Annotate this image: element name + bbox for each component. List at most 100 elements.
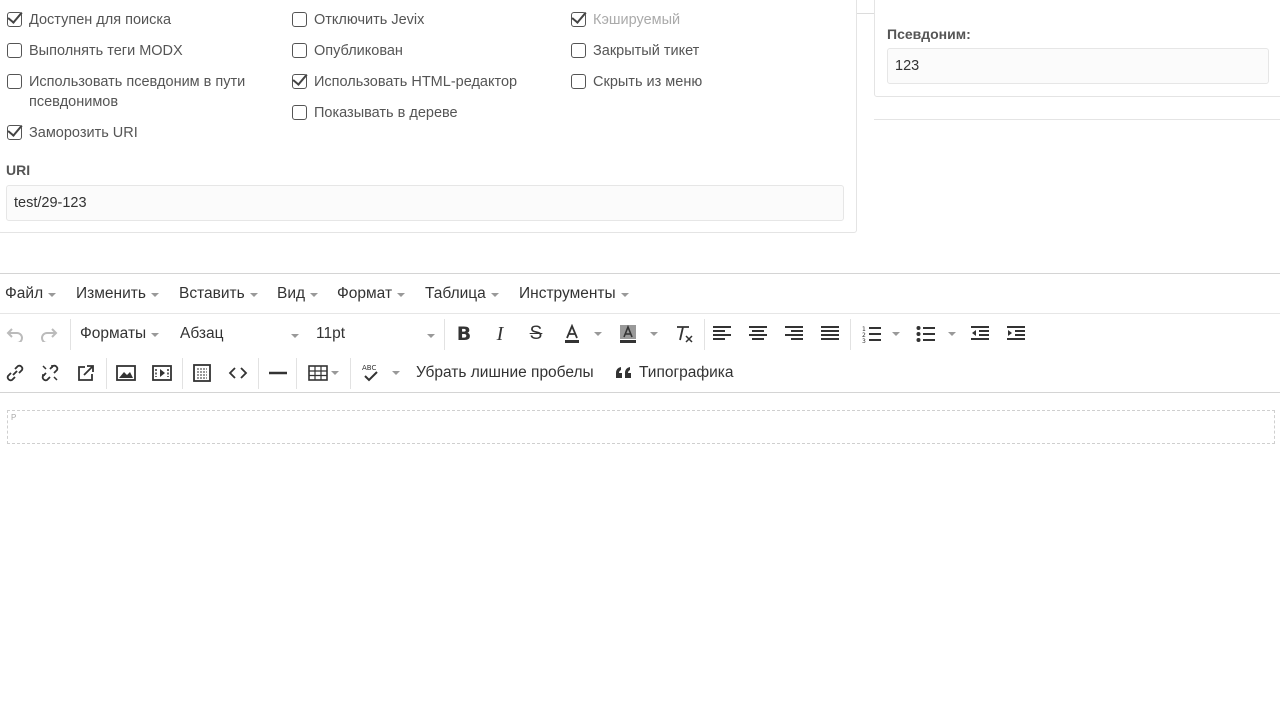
chevron-down-icon bbox=[151, 333, 160, 337]
align-left-button[interactable] bbox=[710, 319, 734, 349]
checkbox-icon[interactable] bbox=[7, 125, 22, 140]
toolbar-separator bbox=[106, 358, 107, 389]
font-size-value: 11pt bbox=[316, 325, 346, 342]
insert-media-button[interactable] bbox=[150, 358, 174, 388]
checkbox-run-modx-tags[interactable]: Выполнять теги MODX bbox=[7, 41, 183, 61]
formats-label: Форматы bbox=[80, 325, 147, 342]
indent-button[interactable] bbox=[1004, 319, 1028, 349]
clear-formatting-button[interactable] bbox=[672, 319, 696, 349]
undo-icon bbox=[6, 328, 23, 342]
block-format-value: Абзац bbox=[180, 325, 224, 342]
checkbox-use-alias-path[interactable]: Использовать псевдоним в пути псевдонимо… bbox=[7, 72, 264, 112]
checkbox-icon[interactable] bbox=[7, 74, 22, 89]
chevron-down-icon[interactable] bbox=[892, 332, 900, 336]
checkbox-label: Опубликован bbox=[314, 43, 403, 59]
editor-content-area[interactable]: P bbox=[7, 410, 1275, 444]
checkbox-show-in-tree[interactable]: Показывать в дереве bbox=[292, 103, 458, 123]
block-format-dropdown[interactable]: Абзац bbox=[180, 319, 299, 349]
checkbox-label: Отключить Jevix bbox=[314, 12, 425, 28]
font-size-dropdown[interactable]: 11pt bbox=[316, 319, 435, 349]
checkbox-icon[interactable] bbox=[292, 105, 307, 120]
checkbox-freeze-uri[interactable]: Заморозить URI bbox=[7, 123, 138, 143]
remove-extra-spaces-button[interactable]: Убрать лишние пробелы bbox=[416, 358, 601, 388]
chevron-down-icon bbox=[291, 334, 299, 338]
menu-tools[interactable]: Инструменты bbox=[519, 285, 629, 303]
chevron-down-icon[interactable] bbox=[650, 332, 658, 336]
menu-format[interactable]: Формат bbox=[337, 285, 406, 303]
chevron-down-icon bbox=[490, 293, 499, 297]
insert-link-button[interactable] bbox=[3, 358, 27, 388]
source-code-button[interactable] bbox=[226, 358, 250, 388]
alias-input[interactable] bbox=[887, 48, 1269, 84]
menu-table[interactable]: Таблица bbox=[425, 285, 499, 303]
background-color-button[interactable] bbox=[616, 319, 640, 349]
checkbox-disable-jevix[interactable]: Отключить Jevix bbox=[292, 10, 424, 30]
insert-image-button[interactable] bbox=[114, 358, 138, 388]
remove-link-button[interactable] bbox=[38, 358, 62, 388]
chevron-down-icon[interactable] bbox=[594, 332, 602, 336]
bullet-list-button[interactable] bbox=[914, 319, 938, 349]
spellcheck-button[interactable]: ABC bbox=[358, 358, 382, 388]
outdent-icon bbox=[971, 326, 989, 340]
chevron-down-icon[interactable] bbox=[331, 371, 339, 375]
chevron-down-icon bbox=[427, 334, 435, 338]
insert-template-button[interactable] bbox=[190, 358, 214, 388]
checkbox-icon[interactable] bbox=[571, 43, 586, 58]
chevron-down-icon[interactable] bbox=[392, 371, 400, 375]
checkbox-label: Кэшируемый bbox=[593, 12, 681, 28]
chevron-down-icon bbox=[310, 293, 319, 297]
chevron-down-icon bbox=[249, 293, 258, 297]
align-center-button[interactable] bbox=[746, 319, 770, 349]
open-link-button[interactable] bbox=[74, 358, 98, 388]
undo-button[interactable] bbox=[4, 319, 26, 349]
media-icon bbox=[152, 365, 172, 381]
menu-label: Изменить bbox=[76, 285, 146, 302]
editor-menubar: Файл Изменить Вставить Вид Формат Таблиц… bbox=[0, 274, 1280, 314]
typography-button[interactable]: Типографика bbox=[614, 358, 739, 388]
checkbox-use-html-editor[interactable]: Использовать HTML-редактор bbox=[292, 72, 517, 92]
checkbox-hide-from-menu[interactable]: Скрыть из меню bbox=[571, 72, 702, 92]
horizontal-line-button[interactable] bbox=[266, 358, 290, 388]
toolbar-separator bbox=[296, 358, 297, 389]
strikethrough-icon: S bbox=[529, 323, 543, 344]
checkbox-icon[interactable] bbox=[292, 43, 307, 58]
menu-label: Формат bbox=[337, 285, 393, 302]
checkbox-icon[interactable] bbox=[292, 12, 307, 27]
strikethrough-button[interactable]: S bbox=[524, 319, 548, 349]
checkbox-searchable[interactable]: Доступен для поиска bbox=[7, 10, 171, 30]
numbered-list-button[interactable]: 123 bbox=[860, 319, 884, 349]
outdent-button[interactable] bbox=[968, 319, 992, 349]
redo-button[interactable] bbox=[38, 319, 60, 349]
text-color-button[interactable] bbox=[560, 319, 584, 349]
checkbox-cacheable[interactable]: Кэшируемый bbox=[571, 10, 680, 30]
chevron-down-icon[interactable] bbox=[948, 332, 956, 336]
menu-file[interactable]: Файл bbox=[5, 285, 57, 303]
menu-insert[interactable]: Вставить bbox=[179, 285, 258, 303]
checkbox-published[interactable]: Опубликован bbox=[292, 41, 403, 61]
checkbox-closed-ticket[interactable]: Закрытый тикет bbox=[571, 41, 699, 61]
checkbox-icon[interactable] bbox=[7, 12, 22, 27]
menu-edit[interactable]: Изменить bbox=[76, 285, 159, 303]
insert-table-button[interactable] bbox=[306, 358, 330, 388]
checkbox-icon[interactable] bbox=[571, 12, 586, 27]
checkbox-icon[interactable] bbox=[571, 74, 586, 89]
checkbox-label: Выполнять теги MODX bbox=[29, 43, 183, 59]
divider bbox=[874, 119, 1280, 120]
italic-button[interactable]: I bbox=[488, 319, 512, 349]
uri-input[interactable] bbox=[6, 185, 844, 221]
menu-view[interactable]: Вид bbox=[277, 285, 319, 303]
uri-label: URI bbox=[6, 162, 31, 178]
formats-dropdown[interactable]: Форматы bbox=[80, 319, 164, 349]
bold-button[interactable]: B bbox=[452, 319, 476, 349]
image-icon bbox=[116, 365, 136, 381]
link-icon bbox=[6, 364, 24, 382]
paragraph-marker: P bbox=[11, 413, 17, 422]
toolbar-separator bbox=[258, 358, 259, 389]
checkbox-icon[interactable] bbox=[292, 74, 307, 89]
numbered-list-icon: 123 bbox=[862, 326, 881, 343]
checkbox-icon[interactable] bbox=[7, 43, 22, 58]
toolbar-separator bbox=[444, 319, 445, 350]
toolbar-separator bbox=[850, 319, 851, 350]
align-right-button[interactable] bbox=[782, 319, 806, 349]
align-justify-button[interactable] bbox=[818, 319, 842, 349]
